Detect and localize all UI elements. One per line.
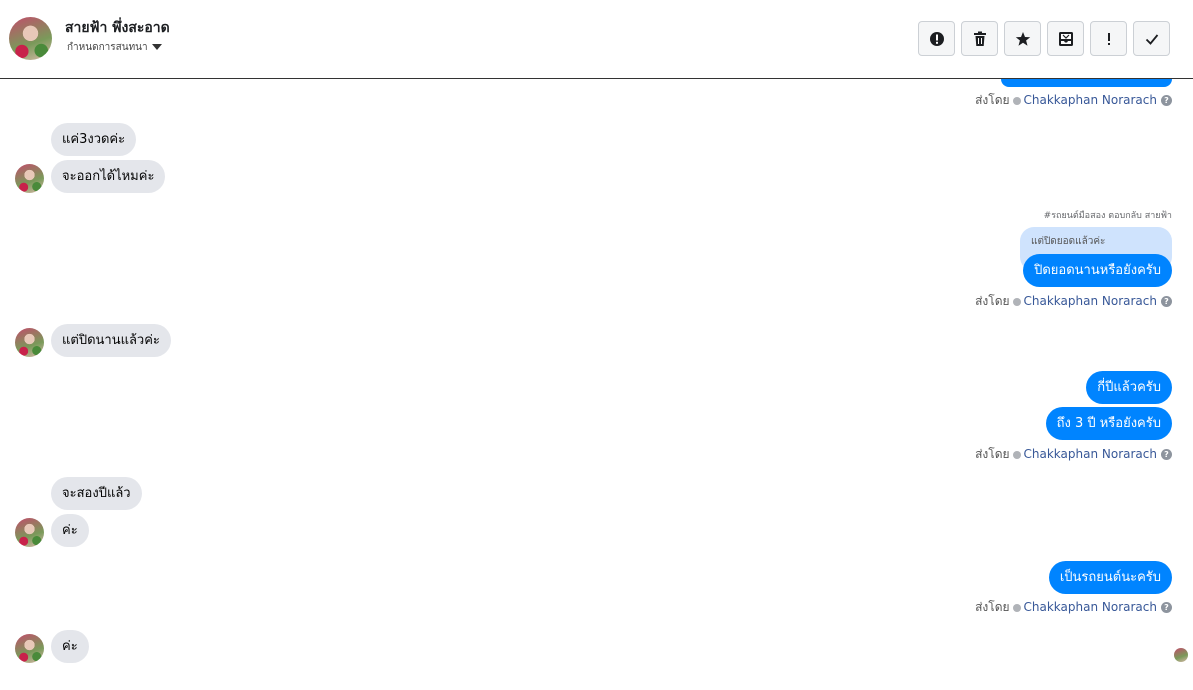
message-bubble-incoming[interactable]: ค่ะ xyxy=(51,630,89,663)
conversation-options-dropdown[interactable]: กำหนดการสนทนา xyxy=(67,40,162,55)
message-bubble-incoming[interactable]: จะออกได้ไหมค่ะ xyxy=(51,160,166,193)
report-button[interactable] xyxy=(918,21,955,56)
contact-avatar[interactable] xyxy=(9,17,52,60)
help-icon[interactable]: ? xyxy=(1161,602,1172,613)
inbox-icon xyxy=(1058,31,1073,46)
sent-by-prefix: ส่งโดย xyxy=(975,447,1010,461)
message-bubble-incoming[interactable]: แค่3งวดค่ะ xyxy=(51,123,137,156)
move-to-inbox-button[interactable] xyxy=(1047,21,1084,56)
sender-name-link[interactable]: Chakkaphan Norarach xyxy=(1024,447,1157,461)
message-bubble-incoming[interactable]: แต่ปิดนานแล้วค่ะ xyxy=(51,324,171,357)
verified-icon xyxy=(1012,603,1021,612)
conversation-options-label: กำหนดการสนทนา xyxy=(67,42,148,53)
contact-avatar-small xyxy=(15,328,44,357)
verified-icon xyxy=(1012,96,1021,105)
alert-circle-icon xyxy=(929,31,944,46)
help-icon[interactable]: ? xyxy=(1161,95,1172,106)
sender-name-link[interactable]: Chakkaphan Norarach xyxy=(1024,600,1157,614)
sent-by-prefix: ส่งโดย xyxy=(975,600,1010,614)
contact-avatar-small xyxy=(15,518,44,547)
sent-by-label: ส่งโดย Chakkaphan Norarach? xyxy=(975,294,1172,308)
help-icon[interactable]: ? xyxy=(1161,296,1172,307)
contact-name[interactable]: สายฟ้า พึ่งสะอาด xyxy=(65,17,170,39)
exclamation-icon xyxy=(1107,32,1110,45)
sent-by-prefix: ส่งโดย xyxy=(975,93,1010,107)
mark-spam-button[interactable] xyxy=(1090,21,1127,56)
contact-avatar-small xyxy=(15,164,44,193)
help-icon[interactable]: ? xyxy=(1161,449,1172,460)
star-button[interactable] xyxy=(1004,21,1041,56)
sender-name-link[interactable]: Chakkaphan Norarach xyxy=(1024,93,1157,107)
message-bubble-outgoing[interactable]: ปิดยอดนานหรือยังครับ xyxy=(1023,254,1172,287)
sent-by-label: ส่งโดย Chakkaphan Norarach? xyxy=(975,93,1172,107)
caret-down-icon xyxy=(151,44,162,50)
reply-context-label: #รถยนต์มือสอง ตอบกลับ สายฟ้า xyxy=(1043,211,1172,221)
sent-by-prefix: ส่งโดย xyxy=(975,294,1010,308)
star-icon xyxy=(1015,31,1030,46)
message-bubble-incoming[interactable]: จะสองปีแล้ว xyxy=(51,477,142,510)
check-icon xyxy=(1145,33,1158,45)
message-bubble-outgoing[interactable]: กี่ปีแล้วครับ xyxy=(1086,371,1172,404)
trash-icon xyxy=(973,31,986,46)
sent-by-label: ส่งโดย Chakkaphan Norarach? xyxy=(975,600,1172,614)
verified-icon xyxy=(1012,297,1021,306)
message-bubble-incoming[interactable]: ค่ะ xyxy=(51,514,89,547)
sender-name-link[interactable]: Chakkaphan Norarach xyxy=(1024,294,1157,308)
contact-avatar-small xyxy=(15,634,44,663)
verified-icon xyxy=(1012,450,1021,459)
delete-button[interactable] xyxy=(961,21,998,56)
message-bubble-outgoing-partial[interactable] xyxy=(1001,79,1172,87)
conversation-header: สายฟ้า พึ่งสะอาด กำหนดการสนทนา xyxy=(0,0,1193,79)
message-bubble-outgoing[interactable]: ถึง 3 ปี หรือยังครับ xyxy=(1045,407,1172,440)
mark-done-button[interactable] xyxy=(1133,21,1170,56)
message-bubble-outgoing[interactable]: เป็นรถยนต์นะครับ xyxy=(1048,561,1172,594)
sent-by-label: ส่งโดย Chakkaphan Norarach? xyxy=(975,447,1172,461)
seen-receipt-avatar xyxy=(1174,648,1188,662)
